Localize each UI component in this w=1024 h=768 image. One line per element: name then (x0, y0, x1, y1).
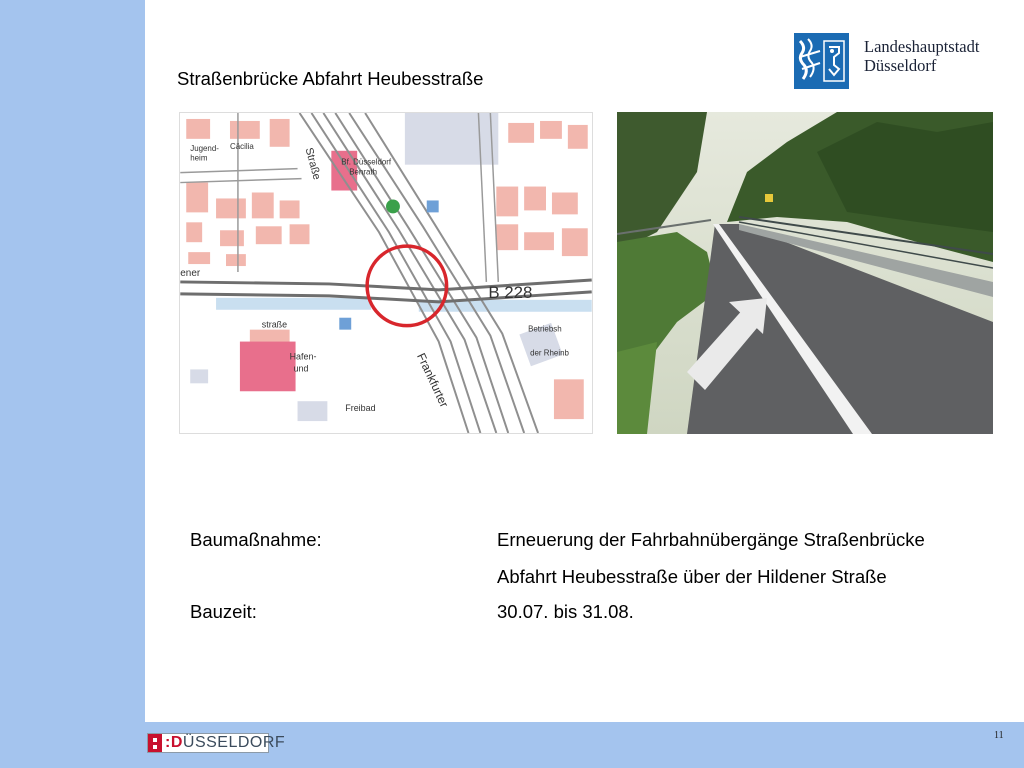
brand-wordmark-rest: ÜSSELDORF (182, 734, 286, 751)
duesseldorf-brand-logo: :DÜSSELDORF (147, 733, 285, 753)
logo-line-2: Düsseldorf (864, 56, 937, 75)
location-map: Straße Frankfurter straße Hafen- und Fre… (179, 112, 593, 434)
brand-colon-icon (148, 734, 162, 752)
city-logo-icon (794, 33, 849, 89)
bridge-photo (617, 112, 993, 434)
slide-title: Straßenbrücke Abfahrt Heubesstraße (177, 68, 484, 89)
map-label-betriebsh: Betriebsh (528, 325, 562, 334)
map-label-und: und (294, 363, 309, 373)
page-number: 11 (994, 730, 1004, 741)
brand-wordmark-d: :D (165, 734, 183, 751)
map-label-hafen: Hafen- (290, 351, 317, 361)
map-label-jugend: Jugend- (190, 144, 219, 153)
map-label-rheinb: der Rheinb (530, 348, 569, 357)
map-label-b228: B 228 (488, 283, 532, 302)
map-label-bahnhof: Bf. Düsseldorf (341, 158, 392, 167)
map-label-strasse-2: straße (262, 320, 287, 330)
map-label-freibad: Freibad (345, 403, 375, 413)
city-logo-text: Landeshauptstadt Düsseldorf (864, 37, 979, 75)
brand-wordmark: :DÜSSELDORF (165, 734, 285, 752)
info-value-baumassnahme-cont: Abfahrt Heubesstraße über der Hildener S… (497, 566, 887, 587)
info-value-bauzeit: 30.07. bis 31.08. (497, 601, 634, 622)
logo-line-1: Landeshauptstadt (864, 37, 980, 56)
info-label-baumassnahme: Baumaßnahme: (190, 529, 322, 550)
info-value-baumassnahme: Erneuerung der Fahrbahnübergänge Straßen… (497, 529, 925, 550)
map-label-benrath: Benrath (349, 168, 377, 177)
info-label-bauzeit: Bauzeit: (190, 601, 257, 622)
map-label-heim: heim (190, 154, 208, 163)
map-label-ener: ener (180, 268, 201, 279)
left-sidebar (0, 0, 145, 768)
map-label-caecilia: Cäcilia (230, 142, 254, 151)
